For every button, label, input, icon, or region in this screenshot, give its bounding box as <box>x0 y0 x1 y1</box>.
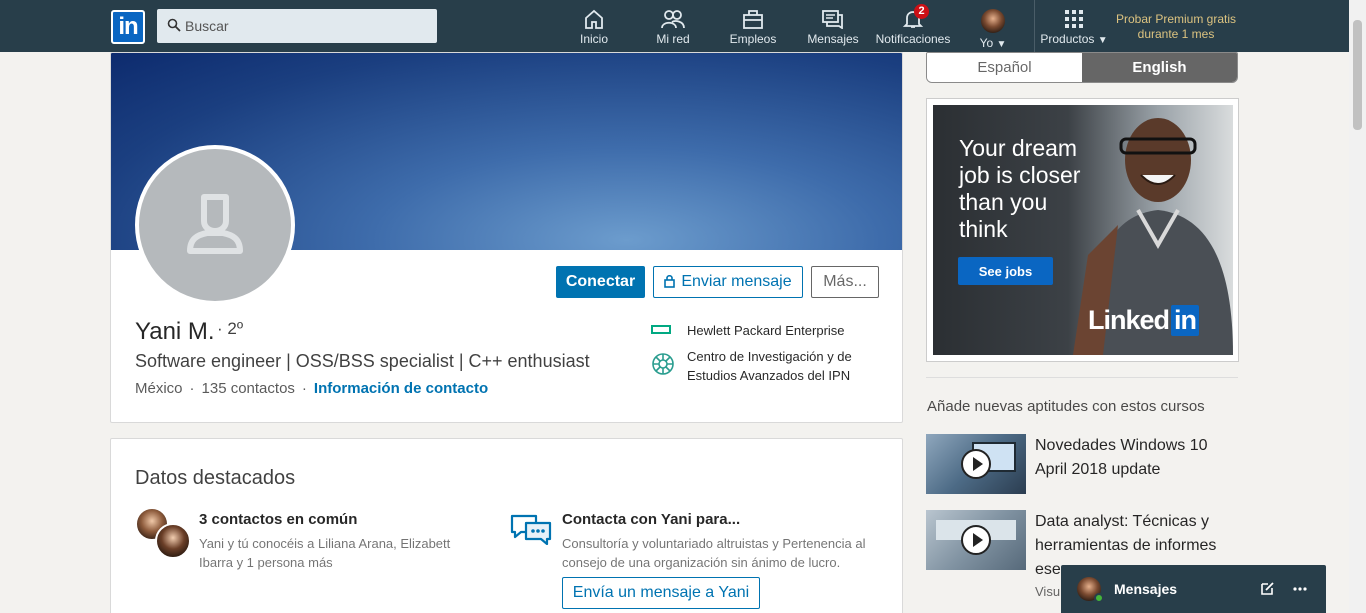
more-button[interactable]: Más... <box>811 266 879 298</box>
me-avatar <box>981 9 1005 33</box>
hpe-logo-icon <box>651 325 671 334</box>
briefcase-icon <box>743 10 763 29</box>
linkedin-logo[interactable]: in <box>111 10 145 44</box>
scrollbar-thumb[interactable] <box>1353 20 1362 130</box>
messaging-bar[interactable]: Mensajes <box>1061 565 1326 613</box>
highlights-card: Datos destacados 3 contactos en común Ya… <box>110 438 903 613</box>
messaging-label: Mensajes <box>1114 581 1178 597</box>
connections-count[interactable]: 135 contactos <box>202 380 295 397</box>
see-jobs-button[interactable]: See jobs <box>958 257 1053 285</box>
page-scrollbar[interactable] <box>1349 0 1366 613</box>
notification-badge: 2 <box>914 4 929 19</box>
nav-home-label: Inicio <box>579 32 608 46</box>
nav-messages[interactable]: Mensajes <box>806 0 860 52</box>
ad-headline: Your dream job is closer than you think <box>959 135 1081 242</box>
nav-home[interactable]: Inicio <box>573 0 615 52</box>
org-hpe-name: Hewlett Packard Enterprise <box>687 323 845 338</box>
top-navbar: in Inicio Mi red Empleos Mensajes 2 Noti… <box>0 0 1366 52</box>
mutual-text: Yani y tú conocéis a Liliana Arana, Eliz… <box>199 536 451 570</box>
chevron-down-icon: ▼ <box>1097 35 1108 46</box>
mutual-title: 3 contactos en común <box>199 511 358 528</box>
compose-icon[interactable] <box>1261 581 1275 595</box>
nav-network-label: Mi red <box>656 32 690 46</box>
online-status-icon <box>1094 593 1104 603</box>
nav-notifications-label: Notificaciones <box>875 32 951 46</box>
profile-card: Conectar Enviar mensaje Más... Yani M. ·… <box>110 52 903 423</box>
rail-divider <box>926 377 1238 378</box>
ad-banner[interactable]: Your dream job is closer than you think … <box>926 98 1239 362</box>
contact-info-link[interactable]: Información de contacto <box>314 380 488 397</box>
contact-for-title: Contacta con Yani para... <box>562 511 741 528</box>
profile-meta: México · 135 contactos · Información de cont… <box>135 380 489 397</box>
search-box[interactable] <box>157 9 437 43</box>
profile-name: Yani M. <box>135 318 215 345</box>
search-icon <box>167 18 181 32</box>
network-icon <box>661 10 685 29</box>
linkedin-wordmark: Linked in <box>1088 305 1200 336</box>
grid-icon <box>1065 10 1083 28</box>
message-yani-button[interactable]: Envía un mensaje a Yani <box>562 577 760 609</box>
mutual-avatar-2[interactable] <box>155 523 191 559</box>
messages-icon <box>822 10 843 29</box>
send-message-button[interactable]: Enviar mensaje <box>653 266 803 298</box>
contact-for-text: Consultoría y voluntariado altruistas y … <box>562 536 866 570</box>
highlights-title: Datos destacados <box>135 467 296 489</box>
send-message-label: Enviar mensaje <box>681 273 792 290</box>
org-cinvestav-name: Centro de Investigación y de Estudios Av… <box>687 349 852 383</box>
nav-me-label: Yo <box>979 36 994 50</box>
language-toggle: Español English <box>926 52 1238 83</box>
profile-photo[interactable] <box>135 145 295 305</box>
nav-jobs-label: Empleos <box>729 32 777 46</box>
connect-button[interactable]: Conectar <box>556 266 645 298</box>
contact-for: Contacta con Yani para... Consultoría y … <box>562 511 882 572</box>
person-placeholder-icon <box>187 194 243 254</box>
home-icon <box>585 9 603 29</box>
nav-messages-label: Mensajes <box>807 32 859 46</box>
lang-english[interactable]: English <box>1082 53 1237 82</box>
profile-location: México <box>135 380 183 397</box>
lock-icon <box>664 274 676 288</box>
course-thumbnail <box>926 510 1026 570</box>
course-title: Novedades Windows 10 April 2018 update <box>1035 437 1208 478</box>
premium-trial-link[interactable]: Probar Premium gratis durante 1 mes <box>1110 12 1242 42</box>
course-thumbnail <box>926 434 1026 494</box>
course-subtitle: Visu <box>1035 584 1061 599</box>
nav-products[interactable]: Productos ▼ <box>1036 0 1112 52</box>
chat-bubbles-icon <box>510 514 552 545</box>
nav-jobs[interactable]: Empleos <box>728 0 778 52</box>
chevron-down-icon: ▼ <box>996 39 1007 50</box>
nav-divider <box>1034 0 1035 52</box>
profile-headline: Software engineer | OSS/BSS specialist |… <box>135 351 590 371</box>
ad-image: Your dream job is closer than you think … <box>933 105 1233 355</box>
nav-me[interactable]: Yo ▼ <box>975 0 1011 52</box>
courses-title: Añade nuevas aptitudes con estos cursos <box>927 398 1205 415</box>
play-icon[interactable] <box>961 525 991 555</box>
lang-spanish[interactable]: Español <box>927 53 1082 82</box>
play-icon[interactable] <box>961 449 991 479</box>
connection-degree: · 2º <box>217 319 244 338</box>
nav-products-label: Productos <box>1040 32 1095 46</box>
nav-network[interactable]: Mi red <box>651 0 695 52</box>
more-options-icon[interactable] <box>1293 587 1307 591</box>
cinvestav-logo-icon <box>652 353 674 375</box>
mutual-connections[interactable]: 3 contactos en común Yani y tú conocéis … <box>199 511 479 572</box>
nav-notifications[interactable]: 2 Notificaciones <box>874 0 952 52</box>
search-input[interactable] <box>185 9 430 43</box>
course-item[interactable]: Novedades Windows 10 April 2018 update <box>926 434 1238 494</box>
